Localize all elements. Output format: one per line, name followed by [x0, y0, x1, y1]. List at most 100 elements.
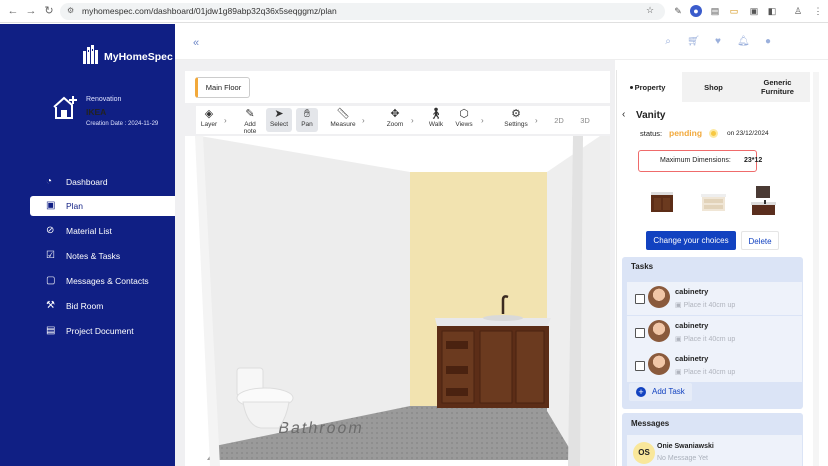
bookmark-star-icon[interactable]: ☆ — [646, 5, 654, 16]
cart-icon[interactable]: 🛒︎ — [687, 36, 700, 48]
extensions-puzzle-icon[interactable]: ◧ — [766, 5, 778, 17]
chevron-right-icon[interactable]: › — [362, 116, 365, 125]
vanity-option-3[interactable] — [748, 184, 782, 218]
plan-icon: ▣ — [46, 200, 56, 211]
search-icon[interactable]: ⌕ — [662, 36, 674, 48]
task-sub-text: Place it 40cm up — [683, 369, 736, 376]
floor-tab[interactable]: Main Floor — [195, 77, 250, 98]
task-checkbox[interactable] — [635, 294, 645, 304]
heart-icon[interactable]: ♥ — [712, 36, 724, 48]
sidebar-item-label: Bid Room — [66, 301, 104, 311]
hand-icon: ✋︎ — [303, 108, 311, 120]
tool-label: Layer — [200, 121, 218, 128]
task-item[interactable]: cabinetry ▣ Place it 40cm up — [627, 349, 802, 382]
task-title: cabinetry — [675, 354, 709, 363]
walk-tool[interactable]: 🚶︎ Walk — [427, 108, 445, 132]
chevron-right-icon[interactable]: › — [535, 116, 538, 125]
image-icon: ▣ — [675, 302, 684, 309]
tool-label: Pan — [301, 121, 313, 128]
tab-label: Generic Furniture — [761, 78, 794, 96]
task-subtitle: ▣ Place it 40cm up — [675, 368, 735, 376]
tool-label: Zoom — [386, 121, 404, 128]
3d-view[interactable]: Bathroom — [185, 136, 610, 466]
vanity-option-2[interactable] — [697, 184, 731, 218]
chevron-right-icon[interactable]: › — [224, 116, 227, 125]
tab-generic-furniture[interactable]: Generic Furniture — [745, 72, 810, 102]
tool-label: Views — [455, 121, 473, 128]
tab-shop[interactable]: Shop — [682, 72, 745, 102]
layer-tool[interactable]: ◈ Layer — [199, 108, 219, 132]
bell-icon[interactable]: 🔔︎ — [737, 36, 750, 48]
url-text: myhomespec.com/dashboard/01jdw1g89abp32q… — [82, 6, 337, 16]
delete-button[interactable]: Delete — [741, 231, 779, 250]
sidebar-item-notes-tasks[interactable]: ☑ Notes & Tasks — [30, 246, 175, 266]
brand-name[interactable]: MyHomeSpec — [104, 51, 173, 63]
extension-box-icon[interactable]: ▣ — [748, 5, 760, 17]
bid-icon: ⚒ — [46, 300, 55, 311]
task-item[interactable]: cabinetry ▣ Place it 40cm up — [627, 282, 802, 315]
forward-icon[interactable]: → — [24, 4, 38, 18]
sidebar-item-plan[interactable]: ▣ Plan — [30, 196, 175, 216]
sidebar-item-dashboard[interactable]: ◔ Dashboard — [30, 172, 175, 192]
tab-label: Shop — [704, 83, 723, 92]
task-subtitle: ▣ Place it 40cm up — [675, 335, 735, 343]
menu-dots-icon[interactable]: ⋮ — [812, 5, 824, 17]
tool-label: Select — [269, 121, 289, 128]
chevron-right-icon[interactable]: › — [411, 116, 414, 125]
project-creation-date: Creation Date : 2024-11-29 — [86, 121, 159, 127]
reload-icon[interactable]: ↻ — [42, 4, 56, 18]
back-chevron-icon[interactable]: ‹ — [622, 109, 625, 120]
sidebar-item-label: Dashboard — [66, 177, 108, 187]
extension-pen-icon[interactable]: ✎ — [672, 5, 684, 17]
back-icon[interactable]: ← — [6, 4, 20, 18]
message-sender: Onie Swaniawski — [657, 443, 714, 450]
task-sub-text: Place it 40cm up — [683, 336, 736, 343]
zoom-tool[interactable]: ✥ Zoom — [384, 108, 406, 132]
sidebar-item-material-list[interactable]: ⊘ Material List — [30, 221, 175, 241]
pan-tool[interactable]: ✋︎ Pan — [296, 108, 318, 132]
task-sub-text: Place it 40cm up — [683, 302, 736, 309]
sidebar-item-messages-contacts[interactable]: ▢ Messages & Contacts — [30, 271, 175, 291]
address-bar[interactable]: ⚙ myhomespec.com/dashboard/01jdw1g89abp3… — [60, 3, 665, 20]
select-tool[interactable]: ➤ Select — [266, 108, 292, 132]
max-dimensions-value: 23*12 — [744, 157, 763, 164]
settings-tool[interactable]: ⚙ Settings — [502, 108, 530, 132]
sidebar-item-label: Project Document — [66, 326, 134, 336]
project-type: Renovation — [86, 96, 122, 103]
brand-logo-icon — [83, 45, 98, 64]
sidebar-item-project-document[interactable]: ▤ Project Document — [30, 321, 175, 341]
vanity-option-1[interactable] — [646, 184, 680, 218]
chevron-right-icon[interactable]: › — [481, 116, 484, 125]
tool-label: Add note — [243, 121, 257, 135]
status-label: status: — [640, 129, 663, 138]
add-task-button[interactable]: + Add Task — [629, 383, 692, 401]
user-icon[interactable]: ● — [762, 36, 774, 48]
image-icon: ▣ — [675, 369, 684, 376]
task-checkbox[interactable] — [635, 361, 645, 371]
tab-property[interactable]: Property — [618, 72, 682, 102]
sidebar-item-label: Material List — [66, 226, 112, 236]
notes-icon: ☑ — [46, 250, 55, 261]
task-checkbox[interactable] — [635, 328, 645, 338]
change-choices-button[interactable]: Change your choices — [646, 231, 736, 250]
panel-scrollbar[interactable] — [813, 72, 819, 466]
status-value: pending — [669, 128, 703, 138]
views-tool[interactable]: ⬡ Views — [453, 108, 475, 132]
project-house-icon — [53, 96, 77, 119]
extension-card-icon[interactable]: ▭ — [728, 5, 740, 17]
gear-icon: ⚙ — [511, 108, 521, 120]
plus-circle-icon: + — [636, 387, 646, 397]
extension-doc-icon[interactable]: ▤ — [709, 5, 721, 17]
floor-label: Bathroom — [277, 419, 365, 437]
sidebar-item-bid-room[interactable]: ⚒ Bid Room — [30, 296, 175, 316]
measure-tool[interactable]: 📏︎ Measure — [329, 108, 357, 132]
profile-icon[interactable]: ♙ — [792, 5, 804, 17]
task-item[interactable]: cabinetry ▣ Place it 40cm up — [627, 316, 802, 349]
collapse-sidebar-icon[interactable]: « — [193, 37, 199, 49]
extension-avatar-icon[interactable]: ● — [690, 5, 702, 17]
tasks-title: Tasks — [631, 262, 654, 271]
avatar: OS — [633, 442, 655, 464]
max-dimensions-box: Maximum Dimensions: 23*12 — [638, 150, 762, 172]
add-note-tool[interactable]: ✎ Add note — [238, 108, 262, 135]
site-info-icon[interactable]: ⚙ — [67, 6, 74, 15]
